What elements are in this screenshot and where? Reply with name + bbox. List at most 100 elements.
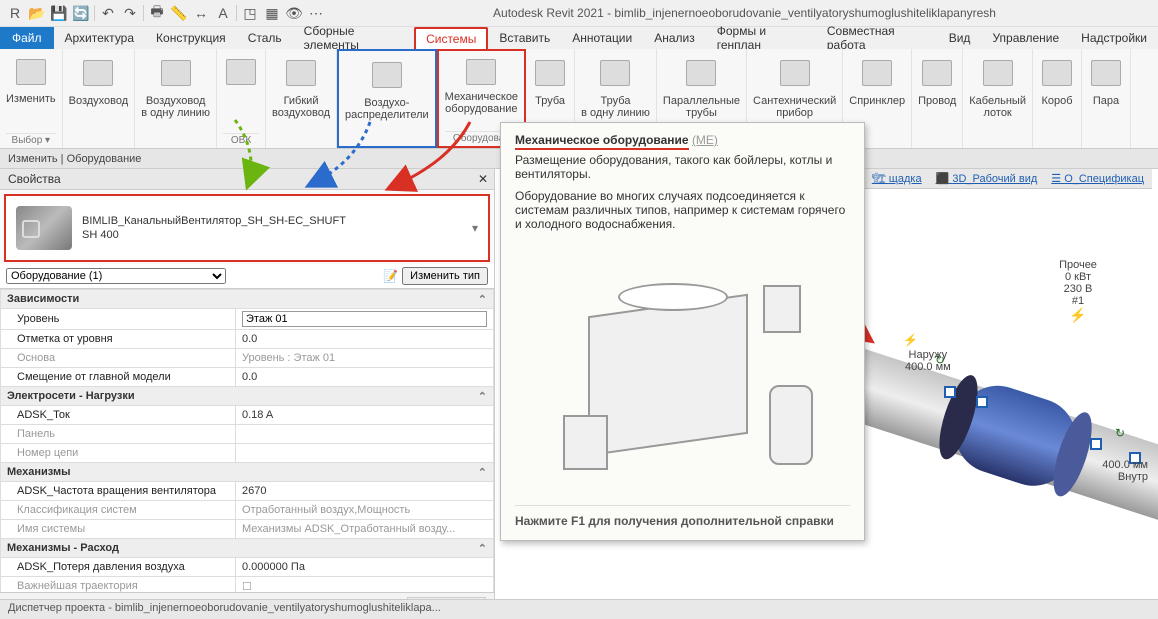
- tooltip-title: Механическое оборудование (ME): [515, 133, 850, 147]
- flex-duct-icon: [283, 55, 319, 91]
- properties-palette: Свойства ✕ BIMLIB_КанальныйВентилятор_SH…: [0, 169, 495, 619]
- property-value[interactable]: 0.0: [236, 368, 494, 387]
- property-row[interactable]: Панель: [1, 425, 494, 444]
- redo-icon[interactable]: ↷: [121, 4, 139, 22]
- property-row[interactable]: Важнейшая траектория☐: [1, 577, 494, 593]
- more-icon[interactable]: ⋯: [307, 4, 325, 22]
- property-row[interactable]: Отметка от уровня0.0: [1, 330, 494, 349]
- file-tab[interactable]: Файл: [0, 27, 54, 49]
- nav-icon[interactable]: ◳: [241, 4, 259, 22]
- ribbon-flex-duct[interactable]: Гибкий воздуховод: [266, 49, 337, 148]
- obk-icon: [223, 55, 259, 89]
- duct-placeholder-icon: [158, 55, 194, 91]
- group-header[interactable]: Механизмы⌃: [1, 463, 494, 482]
- hide-icon[interactable]: 👁: [285, 4, 303, 22]
- dim-icon[interactable]: ↔: [192, 4, 210, 22]
- section-box-icon[interactable]: ▦: [263, 4, 281, 22]
- undo-icon[interactable]: ↶: [99, 4, 117, 22]
- tooltip-image: [533, 245, 833, 495]
- tab-massing[interactable]: Формы и генплан: [706, 27, 816, 49]
- property-value[interactable]: [236, 425, 494, 444]
- property-value[interactable]: Механизмы ADSK_Отработанный возду...: [236, 520, 494, 539]
- tab-insert[interactable]: Вставить: [488, 27, 561, 49]
- cable-tray-label: Кабельный лоток: [969, 95, 1026, 135]
- ribbon-duct[interactable]: Воздуховод: [63, 49, 136, 148]
- property-value[interactable]: 0.000000 Па: [236, 558, 494, 577]
- plumbing-icon: [777, 55, 813, 91]
- ribbon-wire[interactable]: Провод: [912, 49, 963, 148]
- tab-analyze[interactable]: Анализ: [643, 27, 706, 49]
- print-icon[interactable]: 🖶: [148, 4, 166, 22]
- ribbon-cable-tray[interactable]: Кабельный лоток: [963, 49, 1033, 148]
- property-row[interactable]: Классификация системОтработанный воздух,…: [1, 501, 494, 520]
- type-selector-caret[interactable]: ▾: [472, 221, 478, 235]
- duct-label: Воздуховод: [69, 95, 129, 135]
- property-row[interactable]: ОсноваУровень : Этаж 01: [1, 349, 494, 368]
- tab-structure[interactable]: Конструкция: [145, 27, 237, 49]
- sync-icon[interactable]: 🔄: [72, 4, 90, 22]
- type-selector[interactable]: BIMLIB_КанальныйВентилятор_SH_SH-EC_SHUF…: [4, 194, 490, 262]
- tab-steel[interactable]: Сталь: [237, 27, 293, 49]
- property-row[interactable]: Уровень: [1, 309, 494, 330]
- property-grid[interactable]: Зависимости⌃УровеньОтметка от уровня0.0О…: [0, 289, 494, 592]
- measure-icon[interactable]: 📏: [170, 4, 188, 22]
- property-value[interactable]: Отработанный воздух,Мощность: [236, 501, 494, 520]
- property-value[interactable]: Уровень : Этаж 01: [236, 349, 494, 368]
- properties-title: Свойства: [8, 172, 61, 186]
- pipe-icon: [532, 55, 568, 91]
- tooltip-f1: Нажмите F1 для получения дополнительной …: [515, 505, 850, 528]
- tab-annotation[interactable]: Аннотации: [561, 27, 643, 49]
- sprinkler-icon: [859, 55, 895, 91]
- tooltip-paragraph-2: Оборудование во многих случаях подсоедин…: [515, 189, 850, 231]
- property-value[interactable]: ☐: [236, 577, 494, 593]
- property-input[interactable]: [242, 311, 487, 327]
- cable-tray-icon: [980, 55, 1016, 91]
- family-name: BIMLIB_КанальныйВентилятор_SH_SH-EC_SHUF…: [82, 214, 346, 228]
- property-row[interactable]: Смещение от главной модели0.0: [1, 368, 494, 387]
- tab-precast[interactable]: Сборные элементы: [293, 27, 414, 49]
- property-value[interactable]: [236, 309, 494, 330]
- revit-icon[interactable]: R: [6, 4, 24, 22]
- property-value[interactable]: 2670: [236, 482, 494, 501]
- tab-manage[interactable]: Управление: [981, 27, 1070, 49]
- group-header[interactable]: Механизмы - Расход⌃: [1, 539, 494, 558]
- tab-systems[interactable]: Системы: [414, 27, 488, 49]
- svg-text:⚡: ⚡: [903, 333, 918, 347]
- property-row[interactable]: ADSK_Ток0.18 A: [1, 406, 494, 425]
- modify-icon: [13, 55, 49, 89]
- text-a-icon[interactable]: A: [214, 4, 232, 22]
- context-tab-label: Изменить | Оборудование: [8, 153, 141, 165]
- property-row[interactable]: Имя системыМеханизмы ADSK_Отработанный в…: [1, 520, 494, 539]
- tab-addins[interactable]: Надстройки: [1070, 27, 1158, 49]
- property-row[interactable]: ADSK_Потеря давления воздуха0.000000 Па: [1, 558, 494, 577]
- ribbon-obk[interactable]: ОВК: [217, 49, 266, 148]
- property-name: Смещение от главной модели: [1, 368, 236, 387]
- ribbon-air-terminal[interactable]: Воздухо- распределители: [337, 49, 437, 148]
- save-icon[interactable]: 💾: [50, 4, 68, 22]
- ribbon-tabs: Файл Архитектура Конструкция Сталь Сборн…: [0, 27, 1158, 49]
- ribbon-para[interactable]: Пара: [1082, 49, 1131, 148]
- property-name: ADSK_Частота вращения вентилятора: [1, 482, 236, 501]
- group-header[interactable]: Электросети - Нагрузки⌃: [1, 387, 494, 406]
- property-row[interactable]: ADSK_Частота вращения вентилятора2670: [1, 482, 494, 501]
- edit-type-button[interactable]: Изменить тип: [402, 267, 488, 285]
- tab-architecture[interactable]: Архитектура: [54, 27, 146, 49]
- property-value[interactable]: [236, 444, 494, 463]
- group-header[interactable]: Зависимости⌃: [1, 290, 494, 309]
- ribbon-conduit[interactable]: Короб: [1033, 49, 1082, 148]
- ribbon-modify[interactable]: ИзменитьВыбор ▾: [0, 49, 63, 148]
- tab-collaborate[interactable]: Совместная работа: [816, 27, 938, 49]
- ribbon-duct-placeholder[interactable]: Воздуховод в одну линию: [135, 49, 217, 148]
- electrical-label: Прочее 0 кВт 230 В #1 ⚡: [1038, 259, 1118, 324]
- modify-label: Изменить: [6, 93, 56, 133]
- property-value[interactable]: 0.18 A: [236, 406, 494, 425]
- property-row[interactable]: Номер цепи: [1, 444, 494, 463]
- close-icon[interactable]: ✕: [478, 172, 488, 186]
- flex-duct-label: Гибкий воздуховод: [272, 95, 330, 135]
- edit-type-icon[interactable]: 📝: [383, 269, 398, 283]
- tab-view[interactable]: Вид: [938, 27, 982, 49]
- property-value[interactable]: 0.0: [236, 330, 494, 349]
- category-select[interactable]: Оборудование (1): [6, 268, 226, 284]
- duct-placeholder-label: Воздуховод в одну линию: [141, 95, 210, 135]
- open-icon[interactable]: 📂: [28, 4, 46, 22]
